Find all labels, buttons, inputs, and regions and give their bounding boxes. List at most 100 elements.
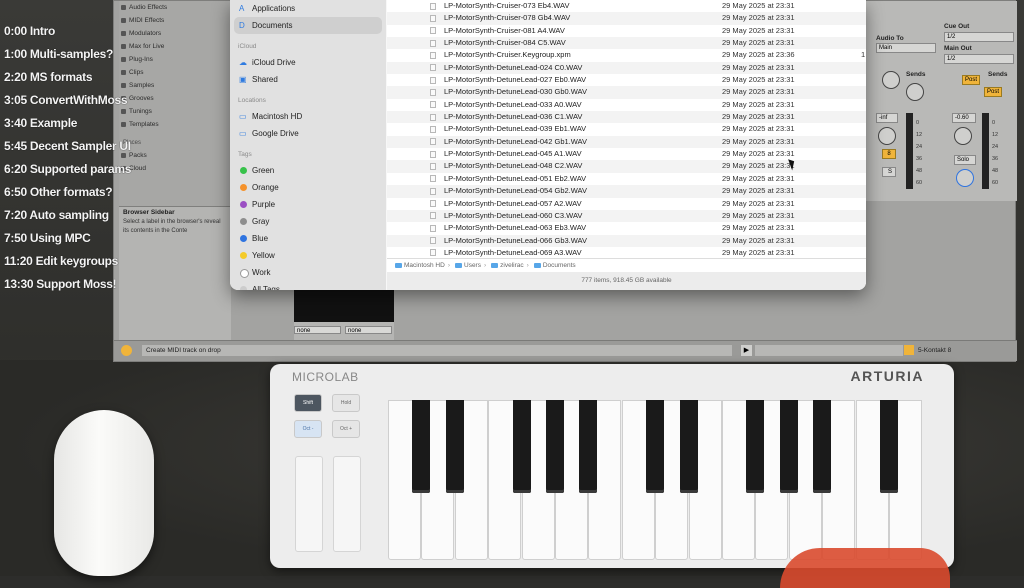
chapter-item[interactable]: 1:00 Multi-samples? bbox=[4, 45, 114, 68]
sidebar-item[interactable]: ▭ Macintosh HD bbox=[230, 108, 386, 125]
pan-knob-2[interactable] bbox=[954, 127, 972, 145]
keyboard-button[interactable]: Hold bbox=[332, 394, 360, 412]
browser-category[interactable]: Tunings bbox=[119, 105, 231, 118]
chapter-item[interactable]: 3:40 Example bbox=[4, 114, 114, 137]
black-key[interactable] bbox=[646, 400, 665, 493]
track-activator[interactable]: 8 bbox=[882, 149, 896, 159]
file-row[interactable]: LP-MotorSynth-Cruiser-073 Eb4.WAV 29 May … bbox=[387, 0, 866, 12]
chapter-item[interactable]: 3:05 ConvertWithMoss bbox=[4, 91, 128, 114]
sidebar-item[interactable]: ▭ Google Drive bbox=[230, 125, 386, 142]
mod-strip[interactable] bbox=[333, 456, 361, 552]
tag-item[interactable]: Work bbox=[230, 264, 386, 281]
browser-category[interactable]: Max for Live bbox=[119, 40, 231, 53]
black-key[interactable] bbox=[445, 400, 464, 493]
keyboard-button[interactable]: Shift bbox=[294, 394, 322, 412]
solo-button-2[interactable]: Solo bbox=[954, 155, 976, 165]
file-row[interactable]: LP-MotorSynth-DetuneLead-024 C0.WAV 29 Ma… bbox=[387, 61, 866, 75]
chapter-item[interactable]: 0:00 Intro bbox=[4, 22, 114, 45]
places-item[interactable]: Cloud bbox=[119, 162, 231, 175]
file-row[interactable]: LP-MotorSynth-DetuneLead-030 Gb0.WAV 29 M… bbox=[387, 86, 866, 99]
black-key[interactable] bbox=[512, 400, 531, 493]
sidebar-item[interactable]: A Applications bbox=[230, 0, 386, 17]
tag-item[interactable]: Purple bbox=[230, 196, 386, 213]
file-row[interactable]: LP-MotorSynth-DetuneLead-057 A2.WAV 29 Ma… bbox=[387, 198, 866, 210]
main-out-select[interactable]: 1/2 bbox=[944, 54, 1014, 64]
browser-category[interactable]: Plug-Ins bbox=[119, 53, 231, 66]
black-key[interactable] bbox=[412, 400, 431, 493]
browser-category[interactable]: Grooves bbox=[119, 92, 231, 105]
chapter-item[interactable]: 2:20 MS formats bbox=[4, 68, 114, 91]
chapter-item[interactable]: 7:20 Auto sampling bbox=[4, 206, 114, 229]
sidebar-item[interactable]: ▣ Shared bbox=[230, 71, 386, 88]
info-dot-icon[interactable] bbox=[121, 345, 132, 356]
browser-category[interactable]: Modulators bbox=[119, 27, 231, 40]
browser-category[interactable]: Samples bbox=[119, 79, 231, 92]
black-key[interactable] bbox=[746, 400, 765, 493]
file-row[interactable]: LP-MotorSynth-DetuneLead-027 Eb0.WAV 29 M… bbox=[387, 74, 866, 86]
tag-item[interactable]: Yellow bbox=[230, 247, 386, 264]
track-volume-1[interactable]: -inf bbox=[876, 113, 898, 123]
black-key[interactable] bbox=[579, 400, 598, 493]
black-key[interactable] bbox=[880, 400, 898, 493]
tag-item[interactable]: Gray bbox=[230, 213, 386, 230]
places-header: Places bbox=[123, 140, 142, 146]
black-key[interactable] bbox=[813, 400, 832, 493]
tag-item[interactable]: Green bbox=[230, 162, 386, 179]
file-row[interactable]: LP-MotorSynth-Cruiser-084 C5.WAV 29 May 2… bbox=[387, 37, 866, 50]
tag-item[interactable]: All Tags... bbox=[230, 281, 386, 290]
file-row[interactable]: LP-MotorSynth-DetuneLead-051 Eb2.WAV 29 M… bbox=[387, 173, 866, 185]
chapter-item[interactable]: 6:20 Supported params bbox=[4, 160, 131, 183]
input-select-2[interactable]: none bbox=[345, 326, 392, 334]
file-row[interactable]: LP-MotorSynth-Cruiser-078 Gb4.WAV 29 May … bbox=[387, 12, 866, 25]
pitch-strip[interactable] bbox=[295, 456, 323, 552]
file-row[interactable]: LP-MotorSynth-DetuneLead-066 Gb3.WAV 29 M… bbox=[387, 234, 866, 247]
chapter-item[interactable]: 11:20 Edit keygroups bbox=[4, 252, 118, 275]
pan-knob-1[interactable] bbox=[878, 127, 896, 145]
file-row[interactable]: LP-MotorSynth-Cruiser-081 A4.WAV 29 May 2… bbox=[387, 25, 866, 37]
play-icon[interactable]: ▶ bbox=[741, 345, 752, 356]
tag-item[interactable]: Orange bbox=[230, 179, 386, 196]
input-select-1[interactable]: none bbox=[294, 326, 341, 334]
file-row[interactable]: LP-MotorSynth-DetuneLead-063 Eb3.WAV 29 M… bbox=[387, 222, 866, 234]
chapter-item[interactable]: 5:45 Decent Sampler UI bbox=[4, 137, 131, 160]
post-button-1[interactable]: Post bbox=[962, 75, 981, 85]
black-key[interactable] bbox=[679, 400, 698, 493]
send-b-knob[interactable] bbox=[906, 83, 924, 101]
file-icon bbox=[430, 237, 436, 245]
solo-button-1[interactable]: S bbox=[882, 167, 896, 177]
cue-volume-knob[interactable] bbox=[956, 169, 974, 187]
path-segment[interactable]: Users bbox=[464, 262, 481, 269]
browser-category[interactable]: Templates bbox=[119, 118, 231, 131]
file-row[interactable]: LP-MotorSynth-Cruiser.Keygroup.xpm 29 May… bbox=[387, 49, 866, 61]
file-row[interactable]: LP-MotorSynth-DetuneLead-054 Gb2.WAV 29 M… bbox=[387, 185, 866, 198]
audio-to-select[interactable]: Main bbox=[876, 43, 936, 53]
path-segment[interactable]: Macintosh HD bbox=[404, 262, 445, 269]
chapter-item[interactable]: 6:50 Other formats? bbox=[4, 183, 114, 206]
path-segment[interactable]: Documents bbox=[543, 262, 576, 269]
chapter-item[interactable]: 13:30 Support Moss! bbox=[4, 275, 117, 298]
file-row[interactable]: LP-MotorSynth-DetuneLead-045 A1.WAV 29 Ma… bbox=[387, 148, 866, 160]
black-key[interactable] bbox=[779, 400, 798, 493]
send-a-knob[interactable] bbox=[882, 71, 900, 89]
browser-category[interactable]: Audio Effects bbox=[119, 1, 231, 14]
chapter-item[interactable]: 7:50 Using MPC bbox=[4, 229, 114, 252]
meter-ticks-2: 0 12 24 36 48 60 bbox=[992, 117, 998, 189]
cue-out-select[interactable]: 1/2 bbox=[944, 32, 1014, 42]
keyboard-button[interactable]: Oct + bbox=[332, 420, 360, 438]
places-item[interactable]: Packs bbox=[119, 149, 231, 162]
file-row[interactable]: LP-MotorSynth-DetuneLead-060 C3.WAV 29 Ma… bbox=[387, 209, 866, 223]
black-key[interactable] bbox=[546, 400, 564, 493]
file-row[interactable]: LP-MotorSynth-DetuneLead-039 Eb1.WAV 29 M… bbox=[387, 123, 866, 135]
post-button-2[interactable]: Post bbox=[984, 87, 1003, 97]
file-row[interactable]: LP-MotorSynth-DetuneLead-036 C1.WAV 29 Ma… bbox=[387, 111, 866, 124]
browser-category[interactable]: Clips bbox=[119, 66, 231, 79]
keyboard-button[interactable]: Oct - bbox=[294, 420, 322, 438]
path-segment[interactable]: zivelirac bbox=[500, 262, 523, 269]
sidebar-item[interactable]: D Documents bbox=[234, 17, 382, 34]
browser-category[interactable]: MIDI Effects bbox=[119, 14, 231, 27]
tag-item[interactable]: Blue bbox=[230, 230, 386, 247]
file-row[interactable]: LP-MotorSynth-DetuneLead-033 A0.WAV 29 Ma… bbox=[387, 99, 866, 111]
sidebar-item[interactable]: ☁ iCloud Drive bbox=[230, 54, 386, 71]
file-row[interactable]: LP-MotorSynth-DetuneLead-042 Gb1.WAV 29 M… bbox=[387, 135, 866, 149]
track-volume-2[interactable]: -0.60 bbox=[952, 113, 976, 123]
